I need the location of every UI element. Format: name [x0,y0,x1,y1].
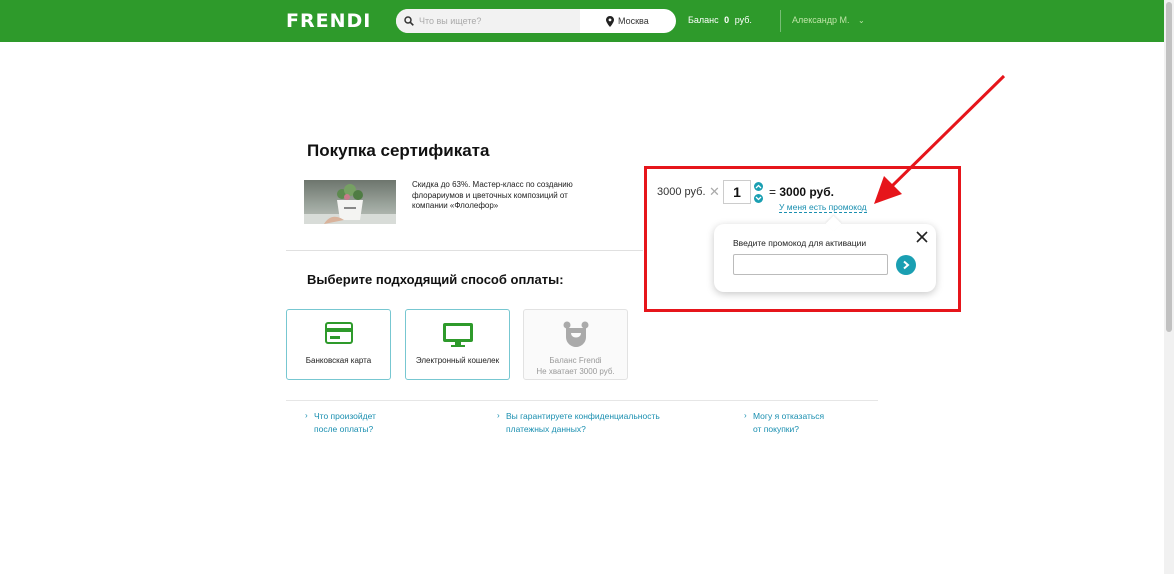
payment-section-title: Выберите подходящий способ оплаты: [307,272,564,287]
faq-line: Что произойдет [314,411,376,421]
faq-link-payment-privacy[interactable]: › Вы гарантируете конфиденциальность пла… [497,410,660,435]
page-title: Покупка сертификата [307,141,490,160]
faq-link-after-payment[interactable]: › Что произойдет после оплаты? [305,410,376,435]
frendi-balance-label: Баланс Frendi [549,356,602,365]
payment-method-frendi-balance: Баланс Frendi Не хватает 3000 руб. [523,309,628,380]
location-pin-icon [606,15,614,27]
payment-method-label: Электронный кошелек [415,356,500,365]
scrollbar-thumb[interactable] [1166,2,1172,332]
payment-method-label: Баланс Frendi Не хватает 3000 руб. [524,356,627,377]
insufficient-funds-note: Не хватает 3000 руб. [536,366,615,376]
credit-card-icon [324,322,353,344]
faq-line: Вы гарантируете конфиденциальность [506,411,660,421]
section-divider [286,250,643,251]
frendi-logo[interactable]: FRENDI [286,10,371,32]
monitor-icon [442,323,473,347]
search-placeholder: Что вы ищете? [419,16,482,26]
product-image [304,180,396,224]
balance-value: 0 [724,15,730,25]
product-description: Скидка до 63%. Мастер-класс по созданию … [412,180,573,210]
faq-link-cancel-purchase[interactable]: › Могу я отказаться от покупки? [744,410,825,435]
faq-line: платежных данных? [506,423,586,434]
balance-currency: руб. [734,15,752,25]
faq-line: Могу я отказаться [753,411,825,421]
search-bar: Что вы ищете? Москва [396,9,676,33]
faq-divider [286,400,878,401]
user-name: Александр М. [792,15,850,25]
faq-line: после оплаты? [314,423,374,434]
balance-indicator[interactable]: Баланс 0 руб. [688,15,752,25]
header-divider [780,10,781,32]
chevron-right-icon: › [305,411,308,420]
frendi-mascot-icon [563,321,588,347]
chevron-right-icon: › [744,411,747,420]
payment-method-label: Банковская карта [305,356,372,365]
top-header: FRENDI Что вы ищете? Москва Баланс 0 руб… [0,0,1164,42]
faq-line: от покупки? [753,423,799,434]
user-menu[interactable]: Александр М. ⌄ [792,15,865,25]
city-selector[interactable]: Москва [580,9,676,33]
city-label: Москва [618,16,649,26]
payment-method-e-wallet[interactable]: Электронный кошелек [405,309,510,380]
chevron-down-icon: ⌄ [858,16,865,25]
balance-label: Баланс [688,15,719,25]
search-icon [404,16,414,26]
search-input[interactable]: Что вы ищете? [396,9,580,33]
annotation-arrow-icon [874,74,1006,204]
chevron-right-icon: › [497,411,500,420]
payment-method-bank-card[interactable]: Банковская карта [286,309,391,380]
